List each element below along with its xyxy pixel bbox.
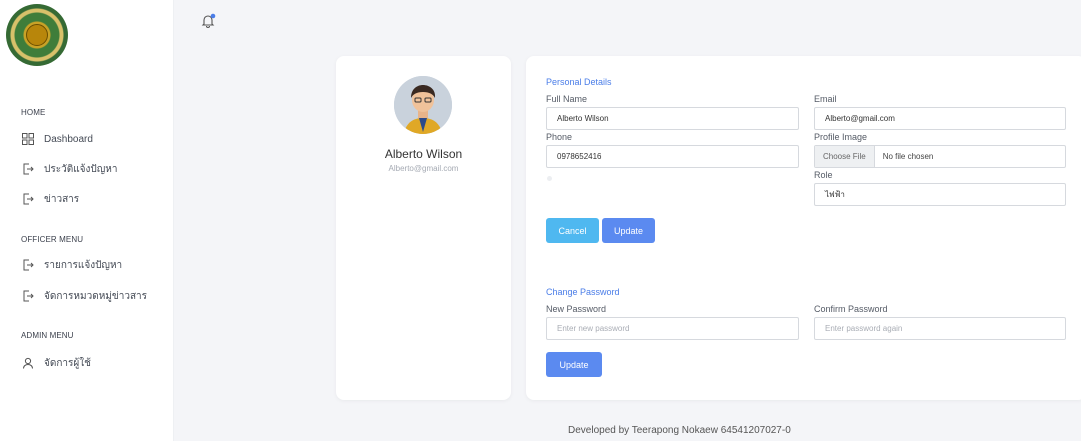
user-icon [21,357,34,370]
section-label-officer: OFFICER MENU [21,235,84,244]
phone-field[interactable]: 0978652416 [546,145,799,168]
role-select[interactable]: ไฟฟ้า [814,183,1066,206]
sidebar: HOME Dashboard ประวัติแจ้งปัญหา ข่าวสาร … [0,0,174,441]
login-icon [21,259,34,272]
profile-form-card: Personal Details Full Name Alberto Wilso… [526,56,1081,400]
sidebar-item-dashboard[interactable]: Dashboard [21,130,93,148]
profile-card: Alberto Wilson Alberto@gmail.com [336,56,511,400]
sidebar-item-news-categories[interactable]: จัดการหมวดหมู่ข่าวสาร [21,287,147,305]
avatar [394,76,452,134]
section-label-home: HOME [21,108,46,117]
footer-credit: Developed by Teerapong Nokaew 6454120702… [568,425,791,436]
sidebar-item-label: Dashboard [44,133,93,145]
full-name-label: Full Name [546,94,588,104]
sidebar-item-label: จัดการผู้ใช้ [44,357,91,369]
dashboard-icon [21,133,34,146]
file-status-text: No file chosen [882,152,934,161]
bell-icon[interactable] [200,13,216,29]
seal-emblem [26,24,48,46]
email-label: Email [814,94,837,104]
login-icon [21,193,34,206]
profile-name: Alberto Wilson [384,147,463,161]
decorative-dot [547,176,552,181]
confirm-password-field[interactable]: Enter password again [814,317,1066,340]
sidebar-item-report-history[interactable]: ประวัติแจ้งปัญหา [21,160,117,178]
sidebar-item-label: จัดการหมวดหมู่ข่าวสาร [44,290,148,302]
login-icon [21,290,34,303]
confirm-password-label: Confirm Password [814,304,888,314]
profile-image-label: Profile Image [814,132,868,142]
sidebar-item-label: รายการแจ้งปัญหา [44,259,123,271]
email-field[interactable]: Alberto@gmail.com [814,107,1066,130]
sidebar-item-news[interactable]: ข่าวสาร [21,190,79,208]
login-icon [21,163,34,176]
profile-email: Alberto@gmail.com [388,164,459,173]
change-password-title: Change Password [546,287,620,297]
sidebar-item-label: ข่าวสาร [44,193,80,205]
section-label-admin: ADMIN MENU [21,331,74,340]
update-profile-button[interactable]: Update [602,218,655,243]
cancel-button[interactable]: Cancel [546,218,599,243]
personal-details-title: Personal Details [546,77,612,87]
new-password-label: New Password [546,304,607,314]
notification-dot [210,13,216,19]
sidebar-item-report-list[interactable]: รายการแจ้งปัญหา [21,256,122,274]
full-name-field[interactable]: Alberto Wilson [546,107,799,130]
role-label: Role [814,170,833,180]
phone-label: Phone [546,132,573,142]
profile-image-file-input[interactable]: Choose File No file chosen [814,145,1066,168]
choose-file-button[interactable]: Choose File [815,146,875,167]
government-seal-logo [6,4,68,66]
new-password-field[interactable]: Enter new password [546,317,799,340]
update-password-button[interactable]: Update [546,352,602,377]
sidebar-item-label: ประวัติแจ้งปัญหา [44,163,118,175]
sidebar-item-user-management[interactable]: จัดการผู้ใช้ [21,354,91,372]
